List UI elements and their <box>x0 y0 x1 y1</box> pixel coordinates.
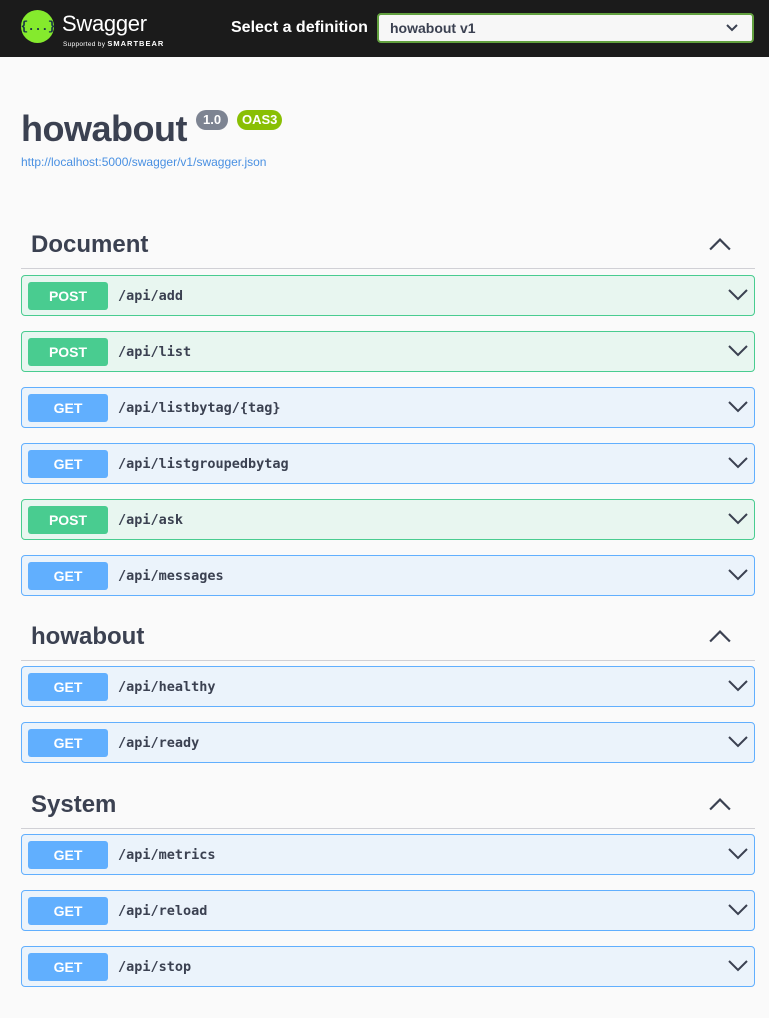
method-badge: POST <box>28 506 108 534</box>
chevron-down-icon[interactable] <box>728 847 748 861</box>
method-badge: GET <box>28 562 108 590</box>
brand-subtitle: Supported by SMARTBEAR <box>63 39 164 48</box>
chevron-down-icon[interactable] <box>728 959 748 973</box>
oas-badge: OAS3 <box>237 110 283 130</box>
version-badge: 1.0 <box>196 110 229 130</box>
brand-sub-name: SMARTBEAR <box>107 39 165 48</box>
operation-path: /api/stop <box>118 959 192 975</box>
operation-path: /api/reload <box>118 903 208 919</box>
chevron-up-icon[interactable] <box>709 237 731 251</box>
method-badge: GET <box>28 841 108 869</box>
operation-row[interactable]: POST/api/list <box>21 331 755 372</box>
method-badge: GET <box>28 953 108 981</box>
operation-path: /api/listgroupedbytag <box>118 456 289 472</box>
operation-path: /api/metrics <box>118 847 216 863</box>
chevron-down-icon[interactable] <box>728 568 748 582</box>
chevron-down-icon[interactable] <box>728 344 748 358</box>
operation-row[interactable]: GET/api/reload <box>21 890 755 931</box>
method-badge: GET <box>28 450 108 478</box>
operation-row[interactable]: GET/api/listgroupedbytag <box>21 443 755 484</box>
method-badge: POST <box>28 338 108 366</box>
operation-path: /api/list <box>118 344 192 360</box>
chevron-up-icon[interactable] <box>709 797 731 811</box>
chevron-down-icon[interactable] <box>728 400 748 414</box>
chevron-down-icon[interactable] <box>728 288 748 302</box>
chevron-down-icon <box>726 24 738 32</box>
chevron-down-icon[interactable] <box>728 903 748 917</box>
operation-path: /api/ready <box>118 735 200 751</box>
spec-url-link[interactable]: http://localhost:5000/swagger/v1/swagger… <box>21 155 266 169</box>
operation-path: /api/healthy <box>118 679 216 695</box>
operation-path: /api/add <box>118 288 184 304</box>
chevron-up-icon[interactable] <box>709 629 731 643</box>
method-badge: GET <box>28 729 108 757</box>
brand-name[interactable]: Swagger <box>62 11 147 37</box>
operation-row[interactable]: GET/api/listbytag/{tag} <box>21 387 755 428</box>
chevron-down-icon[interactable] <box>728 456 748 470</box>
method-badge: GET <box>28 394 108 422</box>
top-bar: {...} Swagger Supported by SMARTBEAR Sel… <box>0 0 769 57</box>
operation-path: /api/listbytag/{tag} <box>118 400 281 416</box>
logo-glyph: {...} <box>20 19 56 34</box>
chevron-down-icon[interactable] <box>728 735 748 749</box>
api-title: howabout <box>21 108 187 149</box>
swagger-logo-icon[interactable]: {...} <box>20 10 56 43</box>
operation-row[interactable]: GET/api/metrics <box>21 834 755 875</box>
operation-row[interactable]: GET/api/messages <box>21 555 755 596</box>
select-definition-label: Select a definition <box>231 19 368 36</box>
section-divider <box>21 660 755 661</box>
chevron-down-icon[interactable] <box>728 679 748 693</box>
operation-row[interactable]: POST/api/ask <box>21 499 755 540</box>
definition-select[interactable]: howabout v1 <box>377 13 754 43</box>
brand-sub-prefix: Supported by <box>63 41 106 48</box>
operation-path: /api/ask <box>118 512 184 528</box>
operation-row[interactable]: POST/api/add <box>21 275 755 316</box>
section-divider <box>21 828 755 829</box>
operation-row[interactable]: GET/api/stop <box>21 946 755 987</box>
method-badge: GET <box>28 897 108 925</box>
method-badge: POST <box>28 282 108 310</box>
method-badge: GET <box>28 673 108 701</box>
chevron-down-icon[interactable] <box>728 512 748 526</box>
section-title[interactable]: System <box>31 791 116 819</box>
operation-row[interactable]: GET/api/healthy <box>21 666 755 707</box>
section-title[interactable]: Document <box>31 231 148 259</box>
section-divider <box>21 268 755 269</box>
section-title[interactable]: howabout <box>31 623 144 651</box>
definition-select-value: howabout v1 <box>390 20 476 36</box>
operation-path: /api/messages <box>118 568 224 584</box>
operation-row[interactable]: GET/api/ready <box>21 722 755 763</box>
